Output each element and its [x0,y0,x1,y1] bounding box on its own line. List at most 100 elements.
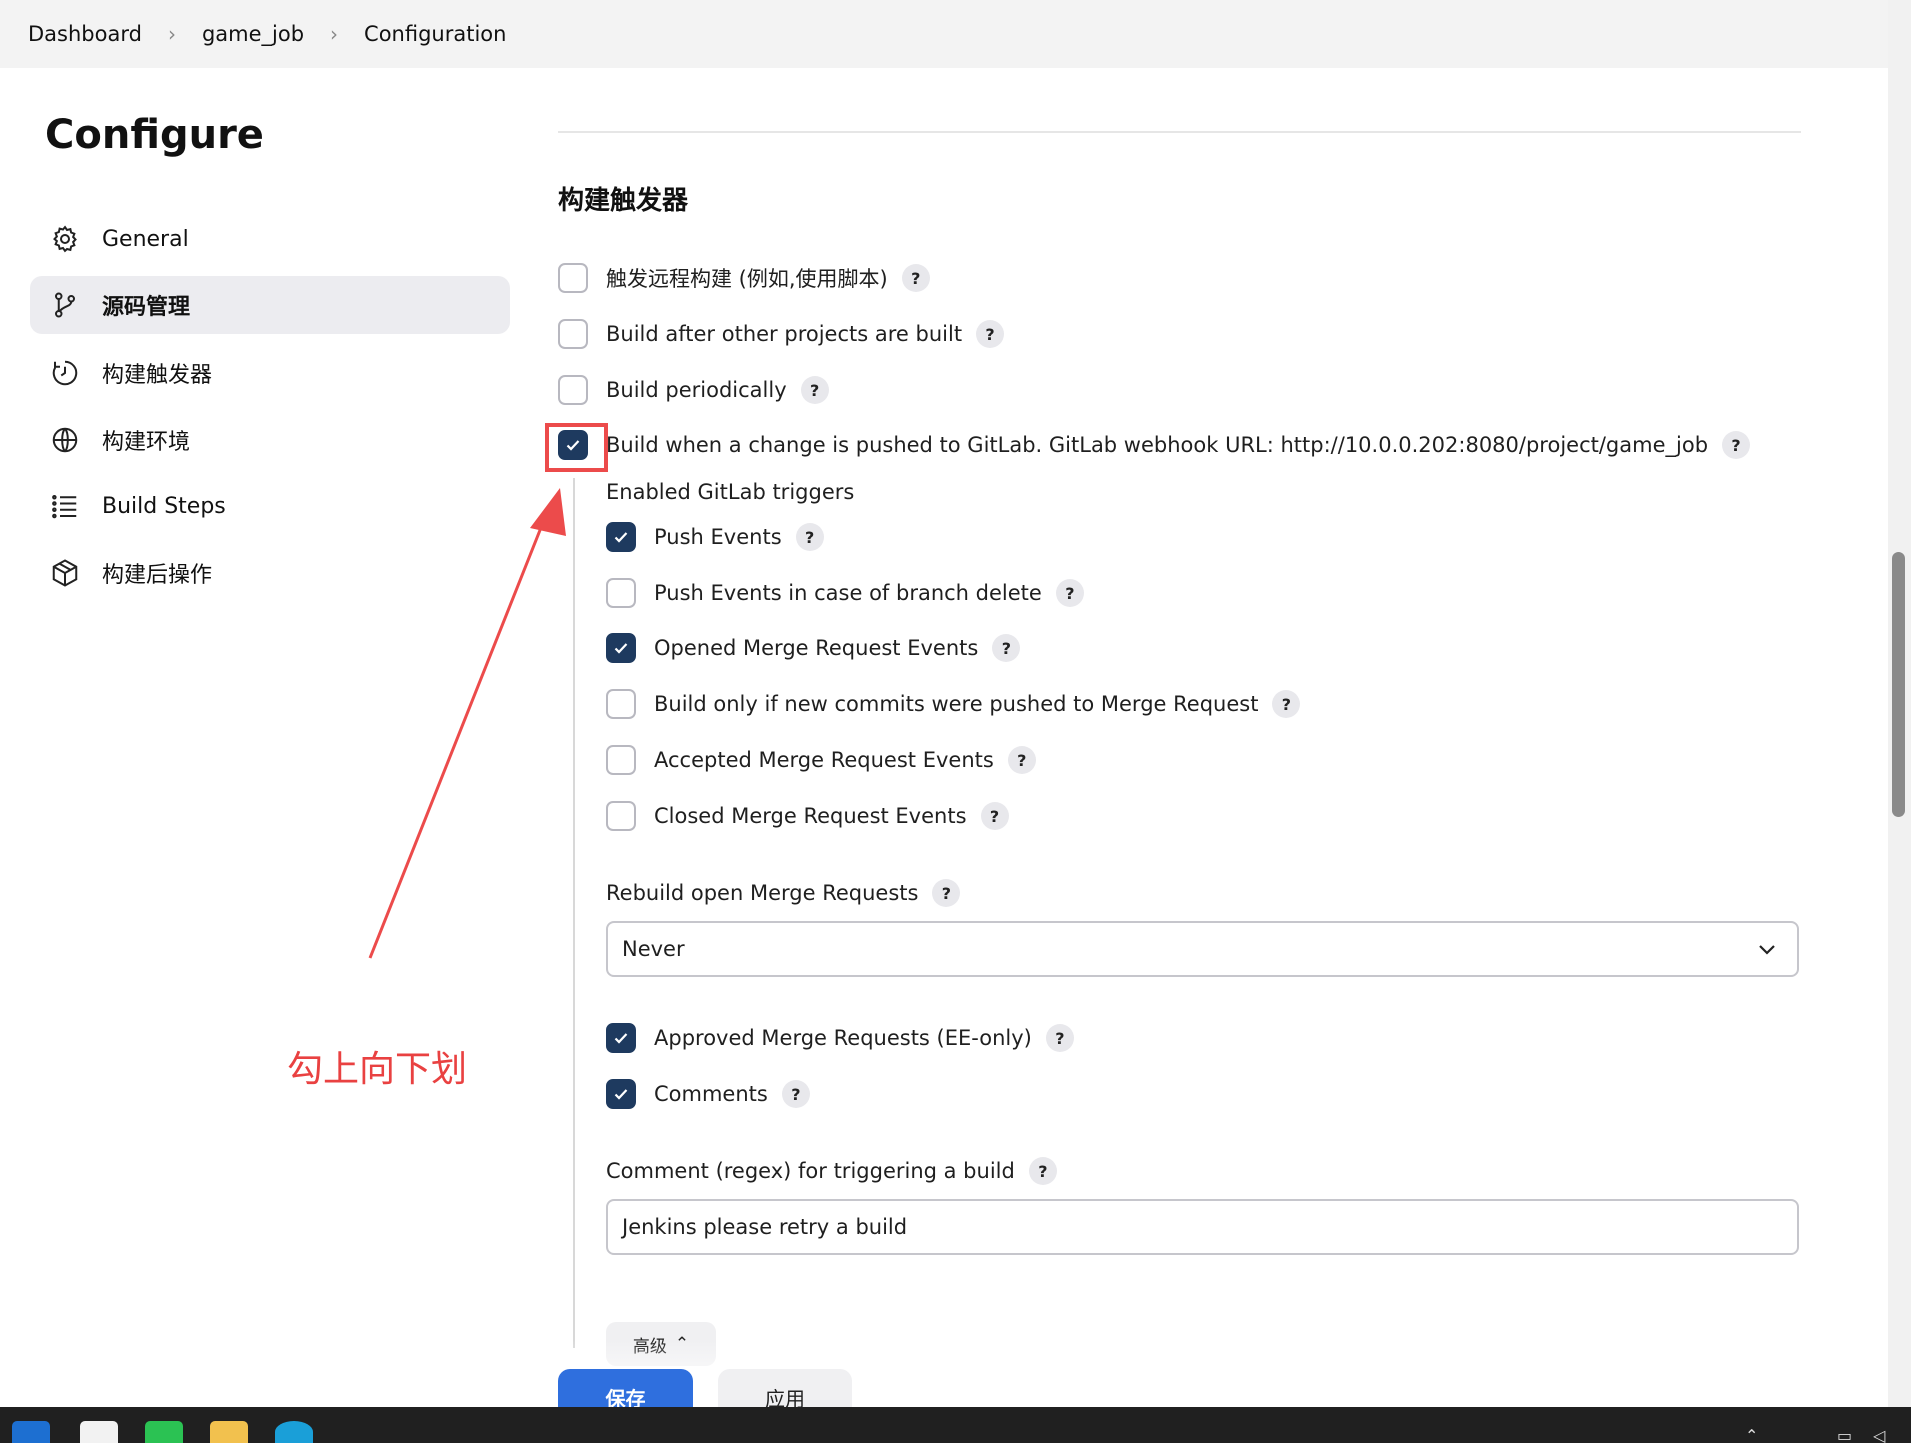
breadcrumb-job[interactable]: game_job [202,22,304,46]
section-divider [558,131,1801,133]
trigger-label: Build periodically [606,378,787,402]
help-icon[interactable]: ? [901,264,930,292]
checkbox[interactable] [606,801,636,831]
breadcrumb: Dashboard › game_job › Configuration [0,0,1888,68]
breadcrumb-dashboard[interactable]: Dashboard [28,22,142,46]
help-icon[interactable]: ? [932,879,961,907]
sidebar-item-label: Build Steps [102,493,226,519]
event-label: Comments [654,1082,768,1106]
comments[interactable]: Comments ? [606,1076,810,1112]
page-title: Configure [45,112,264,158]
rebuild-open-mr-label-row: Rebuild open Merge Requests ? [606,875,961,911]
sidebar-item-label: 构建后操作 [102,563,213,588]
rebuild-select-value: Never [622,937,685,961]
trigger-label: Build when a change is pushed to GitLab.… [606,433,1709,457]
edge-browser-icon[interactable] [275,1421,313,1443]
event-label: Build only if new commits were pushed to… [654,692,1259,716]
checkbox-checked[interactable] [606,1023,636,1053]
event-push-branch-delete[interactable]: Push Events in case of branch delete ? [606,575,1084,611]
event-accepted-mr[interactable]: Accepted Merge Request Events ? [606,742,1036,778]
sidebar-item-label: General [102,226,189,252]
event-label: Opened Merge Request Events [654,636,979,660]
event-label: Closed Merge Request Events [654,804,967,828]
check-icon [614,643,628,654]
chevron-right-icon: › [167,22,176,46]
event-label: Accepted Merge Request Events [654,748,994,772]
nested-indent-line [573,478,575,1348]
sidebar-item-label: 源码管理 [102,295,191,320]
help-icon[interactable]: ? [1722,431,1751,459]
trigger-label: Build after other projects are built [606,322,963,346]
checkbox[interactable] [606,745,636,775]
annotation-text: 勾上向下划 [287,1049,468,1090]
gear-icon [48,222,82,256]
annotation-arrow-icon [368,488,566,959]
wechat-icon[interactable] [145,1421,183,1443]
checkbox[interactable] [606,689,636,719]
branch-icon [48,288,82,322]
rebuild-select[interactable]: Never [606,921,1799,977]
sidebar-item-general[interactable]: General [30,210,510,268]
help-icon[interactable]: ? [795,523,824,551]
sidebar-item-triggers[interactable]: 构建触发器 [30,344,510,402]
trigger-after-other[interactable]: Build after other projects are built ? [558,316,1005,352]
checkbox[interactable] [558,263,588,293]
help-icon[interactable]: ? [1045,1024,1074,1052]
checkbox-checked[interactable] [606,633,636,663]
help-icon[interactable]: ? [1028,1157,1057,1185]
comment-regex-value: Jenkins please retry a build [622,1215,908,1239]
sidebar-item-source[interactable]: 源码管理 [30,276,510,334]
trigger-label: 触发远程构建 (例如,使用脚本) [606,267,888,291]
folder-icon[interactable] [210,1421,248,1443]
scrollbar-thumb[interactable] [1892,552,1905,817]
chevron-up-icon[interactable]: ⌃ [1745,1426,1758,1445]
package-icon [48,556,82,590]
approved-mr[interactable]: Approved Merge Requests (EE-only) ? [606,1020,1074,1056]
trigger-gitlab-push[interactable]: Build when a change is pushed to GitLab.… [558,427,1751,463]
event-closed-mr[interactable]: Closed Merge Request Events ? [606,798,1009,834]
sidebar-item-environment[interactable]: 构建环境 [30,411,510,469]
checkbox[interactable] [606,578,636,608]
checkbox[interactable] [558,375,588,405]
checkbox-checked[interactable] [606,1079,636,1109]
sidebar-item-label: 构建触发器 [102,363,213,388]
check-icon [614,532,628,543]
event-new-commits-mr[interactable]: Build only if new commits were pushed to… [606,686,1301,722]
help-icon[interactable]: ? [980,802,1009,830]
timer-icon [48,356,82,390]
rebuild-label: Rebuild open Merge Requests [606,881,919,905]
section-title: 构建触发器 [558,186,689,216]
annotation-highlight-box [545,423,608,472]
speaker-icon[interactable]: ◁ [1873,1426,1885,1445]
comment-regex-input[interactable]: Jenkins please retry a build [606,1199,1799,1255]
help-icon[interactable]: ? [781,1080,810,1108]
help-icon[interactable]: ? [1055,579,1084,607]
chevron-right-icon: › [330,22,339,46]
trigger-remote[interactable]: 触发远程构建 (例如,使用脚本) ? [558,260,930,296]
enabled-gitlab-triggers-label: Enabled GitLab triggers [606,480,855,504]
checkbox[interactable] [558,319,588,349]
checkbox-checked[interactable] [606,522,636,552]
event-label: Approved Merge Requests (EE-only) [654,1026,1032,1050]
list-icon [48,489,82,523]
event-push[interactable]: Push Events ? [606,519,824,555]
taskbar-app-icon[interactable] [12,1421,50,1443]
event-label: Push Events in case of branch delete [654,581,1042,605]
help-icon[interactable]: ? [1007,746,1036,774]
help-icon[interactable]: ? [976,320,1005,348]
chevron-down-icon [1759,945,1775,955]
taskbar-app-icon[interactable] [80,1421,118,1443]
monitor-icon[interactable]: ▭ [1837,1426,1852,1445]
help-icon[interactable]: ? [992,634,1021,662]
event-label: Push Events [654,525,782,549]
help-icon[interactable]: ? [800,376,829,404]
trigger-periodically[interactable]: Build periodically ? [558,372,829,408]
check-icon [614,1033,628,1044]
comment-regex-label: Comment (regex) for triggering a build [606,1159,1015,1183]
help-icon[interactable]: ? [1272,690,1301,718]
sidebar-item-label: 构建环境 [102,430,191,455]
check-icon [614,1089,628,1100]
breadcrumb-configuration[interactable]: Configuration [364,22,506,46]
event-opened-mr[interactable]: Opened Merge Request Events ? [606,630,1021,666]
comment-regex-label-row: Comment (regex) for triggering a build ? [606,1153,1057,1189]
